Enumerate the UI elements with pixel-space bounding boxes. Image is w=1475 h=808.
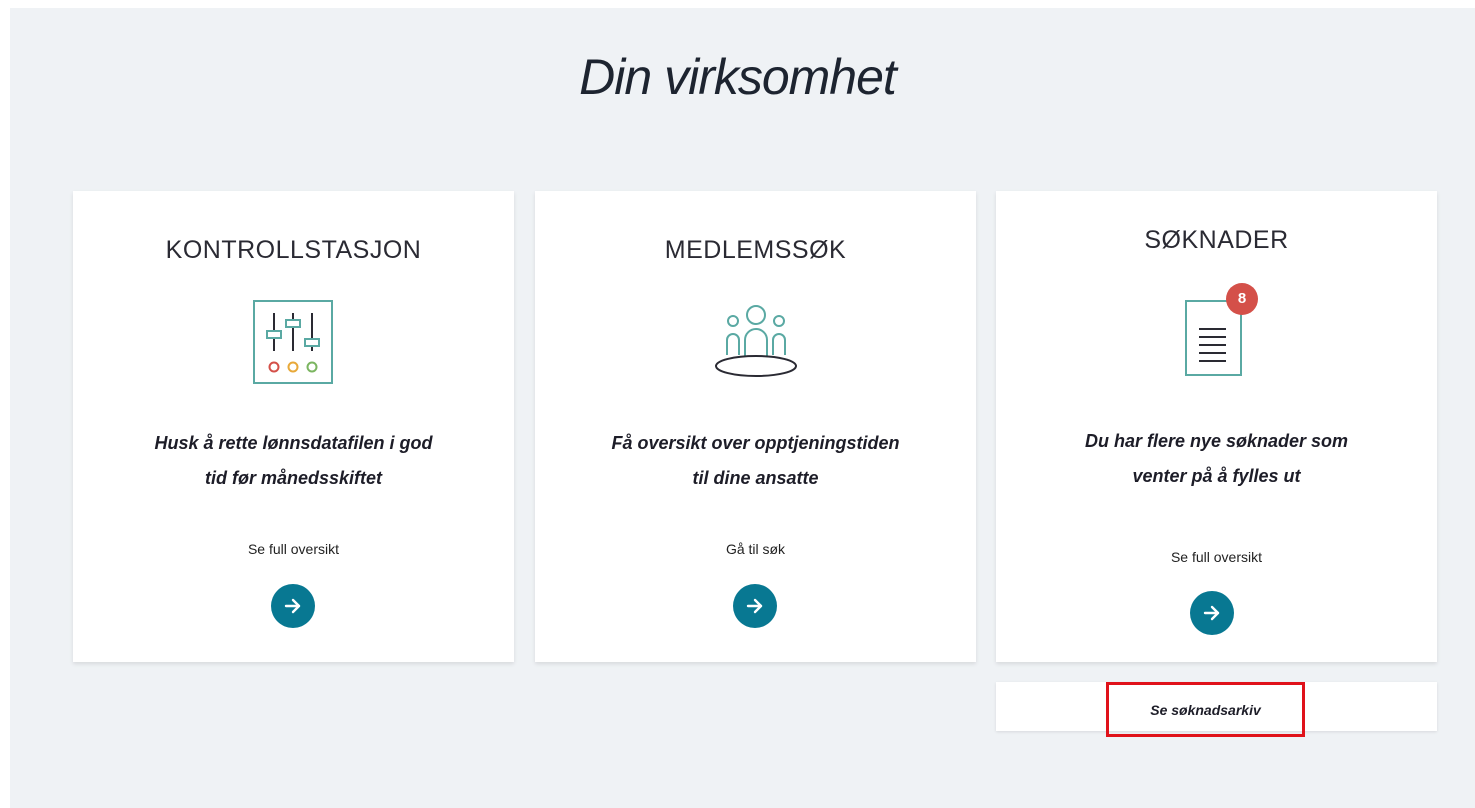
soknadsarkiv-link[interactable]: Se søknadsarkiv <box>1106 682 1305 737</box>
arrow-right-button[interactable] <box>1190 591 1234 635</box>
card-medlemssok: MEDLEMSSØK Få oversikt over opptjeningst… <box>535 191 976 662</box>
card-link-label[interactable]: Gå til søk <box>535 541 976 557</box>
arrow-right-icon <box>1203 605 1220 621</box>
card-title: KONTROLLSTASJON <box>165 236 422 264</box>
card-title: MEDLEMSSØK <box>664 236 847 264</box>
notification-badge: 8 <box>1226 283 1258 315</box>
card-link-label[interactable]: Se full oversikt <box>996 549 1437 565</box>
card-soknader: SØKNADER 8 Du har flere nye søknader som… <box>996 191 1437 662</box>
card-description: Du har flere nye søknader som venter på … <box>1084 431 1349 486</box>
card-description: Få oversikt over opptjeningstiden til di… <box>611 433 900 488</box>
arrow-right-icon <box>746 598 763 614</box>
card-link-label[interactable]: Se full oversikt <box>73 541 514 557</box>
arrow-right-button[interactable] <box>733 584 777 628</box>
people-group-icon <box>713 304 799 387</box>
control-panel-sliders-icon <box>252 299 336 390</box>
card-description: Husk å rette lønnsdatafilen i god tid fø… <box>154 433 433 488</box>
card-kontrollstasjon: KONTROLLSTASJON Husk å rette lønnsdatafi… <box>73 191 514 662</box>
arrow-right-icon <box>284 598 301 614</box>
page-title: Din virksomhet <box>579 49 897 105</box>
arrow-right-button[interactable] <box>271 584 315 628</box>
card-title: SØKNADER <box>1144 226 1289 254</box>
archive-card: Se søknadsarkiv <box>996 682 1437 737</box>
